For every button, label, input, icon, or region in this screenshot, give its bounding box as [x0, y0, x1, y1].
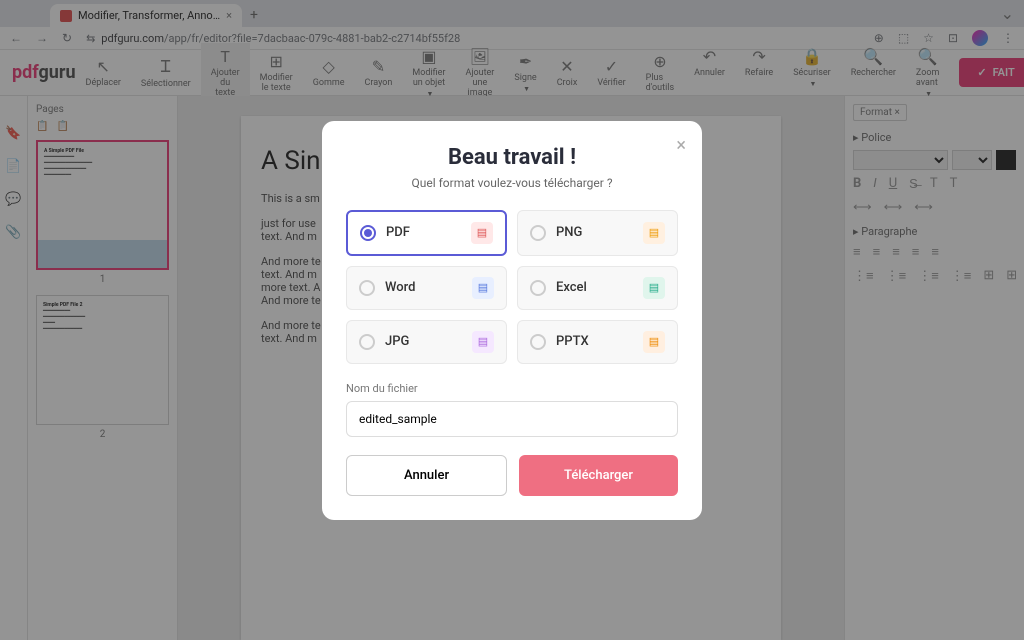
word-badge-icon: ▤ [472, 277, 494, 299]
cancel-button[interactable]: Annuler [346, 455, 507, 496]
radio-icon [530, 280, 546, 296]
excel-badge-icon: ▤ [643, 277, 665, 299]
format-option-jpg[interactable]: JPG▤ [346, 320, 507, 364]
filename-input[interactable] [346, 401, 678, 437]
radio-icon [530, 334, 546, 350]
format-option-png[interactable]: PNG▤ [517, 210, 678, 256]
close-icon[interactable]: × [676, 135, 686, 156]
pdf-badge-icon: ▤ [471, 222, 493, 244]
export-modal: × Beau travail ! Quel format voulez-vous… [322, 121, 702, 520]
format-option-excel[interactable]: Excel▤ [517, 266, 678, 310]
radio-icon [360, 225, 376, 241]
filename-label: Nom du fichier [346, 382, 678, 395]
png-badge-icon: ▤ [643, 222, 665, 244]
pptx-badge-icon: ▤ [643, 331, 665, 353]
format-option-word[interactable]: Word▤ [346, 266, 507, 310]
radio-icon [359, 334, 375, 350]
modal-subtitle: Quel format voulez-vous télécharger ? [346, 176, 678, 190]
download-button[interactable]: Télécharger [519, 455, 678, 496]
radio-icon [359, 280, 375, 296]
radio-icon [530, 225, 546, 241]
format-option-pptx[interactable]: PPTX▤ [517, 320, 678, 364]
modal-title: Beau travail ! [346, 145, 678, 170]
modal-overlay: × Beau travail ! Quel format voulez-vous… [0, 0, 1024, 640]
format-option-pdf[interactable]: PDF▤ [346, 210, 507, 256]
jpg-badge-icon: ▤ [472, 331, 494, 353]
